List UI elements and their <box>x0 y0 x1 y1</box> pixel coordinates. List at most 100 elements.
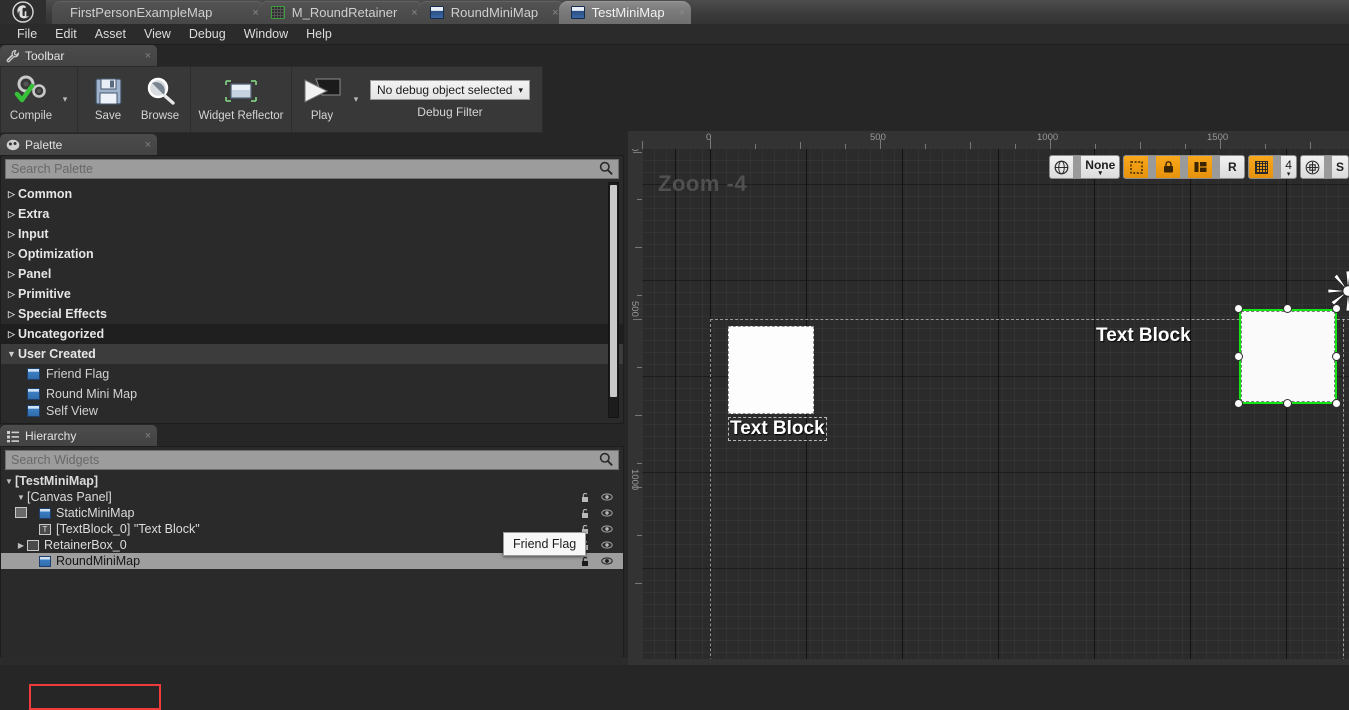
palette-item-friend-flag[interactable]: Friend Flag <box>1 364 623 384</box>
chevron-down-icon: ▾ <box>518 84 523 95</box>
resize-handle-bottom-right[interactable] <box>1333 400 1340 407</box>
widget-retainer-text-block[interactable]: Text Block <box>1096 325 1191 347</box>
hierarchy-panel-title: Hierarchy <box>25 428 77 443</box>
toolbar-panel-tab[interactable]: Toolbar × <box>0 45 157 66</box>
eye-visibility-icon[interactable] <box>601 507 613 519</box>
unlocked-padlock-icon[interactable] <box>579 507 591 519</box>
eye-visibility-icon[interactable] <box>601 523 613 535</box>
eye-visibility-icon[interactable] <box>601 555 613 567</box>
dashed-outline-toggle[interactable] <box>1124 156 1149 178</box>
widget-text-block-0[interactable]: Text Block <box>728 417 827 441</box>
play-dropdown-arrow[interactable]: ▾ <box>348 67 364 132</box>
design-canvas[interactable]: Zoom -4 Text Block Text Block <box>642 149 1349 665</box>
palette-item-round-mini-map[interactable]: Round Mini Map <box>1 384 623 404</box>
tab-first-person-example-map[interactable]: FirstPersonExampleMap × <box>52 1 265 24</box>
tab-close-icon[interactable]: × <box>679 7 685 19</box>
palette-category-primitive[interactable]: ▷ Primitive <box>1 284 623 304</box>
eye-visibility-icon[interactable] <box>601 491 613 503</box>
debug-object-select[interactable]: No debug object selected ▾ <box>370 80 530 100</box>
localization-preview-select[interactable]: None ▾ <box>1081 156 1119 178</box>
chevron-right-icon[interactable]: ▶ <box>15 541 27 550</box>
close-icon[interactable]: × <box>145 430 151 442</box>
palette-search-bar[interactable] <box>5 159 619 179</box>
hierarchy-panel-tab[interactable]: Hierarchy × <box>0 425 157 446</box>
magnifier-icon[interactable] <box>599 452 613 469</box>
tab-round-mini-map[interactable]: RoundMiniMap × <box>417 1 565 24</box>
hierarchy-search-bar[interactable] <box>5 450 619 470</box>
browse-button[interactable]: Browse <box>134 67 186 132</box>
hierarchy-row-static-mini-map[interactable]: StaticMiniMap <box>1 505 623 521</box>
palette-category-special-effects[interactable]: ▷ Special Effects <box>1 304 623 324</box>
fill-screen-button[interactable] <box>1301 156 1324 178</box>
palette-vertical-scrollbar[interactable] <box>608 182 619 418</box>
widget-static-mini-map[interactable] <box>728 326 814 414</box>
eye-visibility-icon[interactable] <box>601 539 613 551</box>
chevron-down-icon[interactable]: ▼ <box>3 477 15 486</box>
menu-view[interactable]: View <box>135 25 180 43</box>
toolbar-group-tools: Widget Reflector <box>191 67 292 132</box>
resize-handle-bottom-center[interactable] <box>1284 400 1291 407</box>
tab-close-icon[interactable]: × <box>552 7 558 19</box>
menu-debug[interactable]: Debug <box>180 25 235 43</box>
designer-horizontal-scrollbar[interactable] <box>628 659 1349 665</box>
resolution-toggle[interactable]: R <box>1220 156 1245 178</box>
tab-test-mini-map[interactable]: TestMiniMap × <box>558 1 691 24</box>
unlocked-padlock-icon[interactable] <box>579 491 591 503</box>
menu-asset[interactable]: Asset <box>86 25 135 43</box>
layout-panel-toggle[interactable] <box>1188 156 1213 178</box>
chevron-down-icon: ▾ <box>1286 170 1291 178</box>
unlocked-padlock-icon[interactable] <box>579 555 591 567</box>
screen-size-button[interactable]: S <box>1332 156 1348 178</box>
close-icon[interactable]: × <box>145 50 151 62</box>
resize-handle-middle-right[interactable] <box>1333 353 1340 360</box>
widget-designer-viewport[interactable]: 0 500 1000 1500 0 500 1000 <box>628 131 1349 665</box>
hierarchy-row-test-mini-map[interactable]: ▼ [TestMiniMap] <box>1 473 623 489</box>
menu-file[interactable]: File <box>8 25 46 43</box>
palette-category-uncategorized[interactable]: ▷ Uncategorized <box>1 324 623 344</box>
close-icon[interactable]: × <box>145 139 151 151</box>
widget-round-mini-map-selected[interactable] <box>1239 309 1337 404</box>
palette-item-self-view[interactable]: Self View <box>1 404 623 418</box>
save-button[interactable]: Save <box>82 67 134 132</box>
resize-handle-top-left[interactable] <box>1235 305 1242 312</box>
resize-handle-bottom-left[interactable] <box>1235 400 1242 407</box>
compile-button[interactable]: Compile <box>5 67 57 132</box>
zoom-level-label: Zoom -4 <box>658 171 748 196</box>
ruler-h-label-1000: 1000 <box>1037 132 1059 143</box>
palette-category-common[interactable]: ▷ Common <box>1 184 623 204</box>
hierarchy-row-canvas-panel[interactable]: ▼ [Canvas Panel] <box>1 489 623 518</box>
palette-category-input[interactable]: ▷ Input <box>1 224 623 244</box>
palette-category-user-created[interactable]: ▼ User Created <box>1 344 623 364</box>
toolbar-panel-title: Toolbar <box>25 48 65 63</box>
resize-handle-middle-left[interactable] <box>1235 353 1242 360</box>
scrollbar-thumb[interactable] <box>610 185 617 397</box>
menu-edit[interactable]: Edit <box>46 25 86 43</box>
palette-category-label: Extra <box>18 207 50 221</box>
palette-category-optimization[interactable]: ▷ Optimization <box>1 244 623 264</box>
chevron-down-icon[interactable]: ▼ <box>15 493 27 502</box>
browse-icon <box>144 72 176 110</box>
menu-help[interactable]: Help <box>297 25 341 43</box>
lock-toggle[interactable] <box>1156 156 1181 178</box>
tab-m-round-retainer[interactable]: M_RoundRetainer × <box>258 1 424 24</box>
widget-icon <box>27 388 40 400</box>
unreal-engine-logo[interactable] <box>0 0 46 24</box>
palette-panel-tab[interactable]: Palette × <box>0 134 157 155</box>
magnifier-icon[interactable] <box>599 161 613 178</box>
anchor-medallion-icon[interactable] <box>1324 267 1349 318</box>
palette-category-list: ▷ Common ▷ Extra ▷ Input ▷ Optimization … <box>1 182 623 418</box>
tab-close-icon[interactable]: × <box>252 7 258 19</box>
search-widgets-input[interactable] <box>11 453 599 467</box>
play-button[interactable]: Play <box>296 67 348 132</box>
palette-category-panel[interactable]: ▷ Panel <box>1 264 623 284</box>
palette-category-extra[interactable]: ▷ Extra <box>1 204 623 224</box>
globe-localization-icon[interactable] <box>1050 156 1073 178</box>
compile-dropdown-arrow[interactable]: ▾ <box>57 67 73 132</box>
tab-close-icon[interactable]: × <box>411 7 417 19</box>
grid-size-select[interactable]: 4 ▾ <box>1281 156 1296 178</box>
grid-snap-toggle[interactable] <box>1249 156 1274 178</box>
search-palette-input[interactable] <box>11 162 599 176</box>
menu-window[interactable]: Window <box>235 25 297 43</box>
resize-handle-top-center[interactable] <box>1284 305 1291 312</box>
widget-reflector-button[interactable]: Widget Reflector <box>195 67 287 132</box>
